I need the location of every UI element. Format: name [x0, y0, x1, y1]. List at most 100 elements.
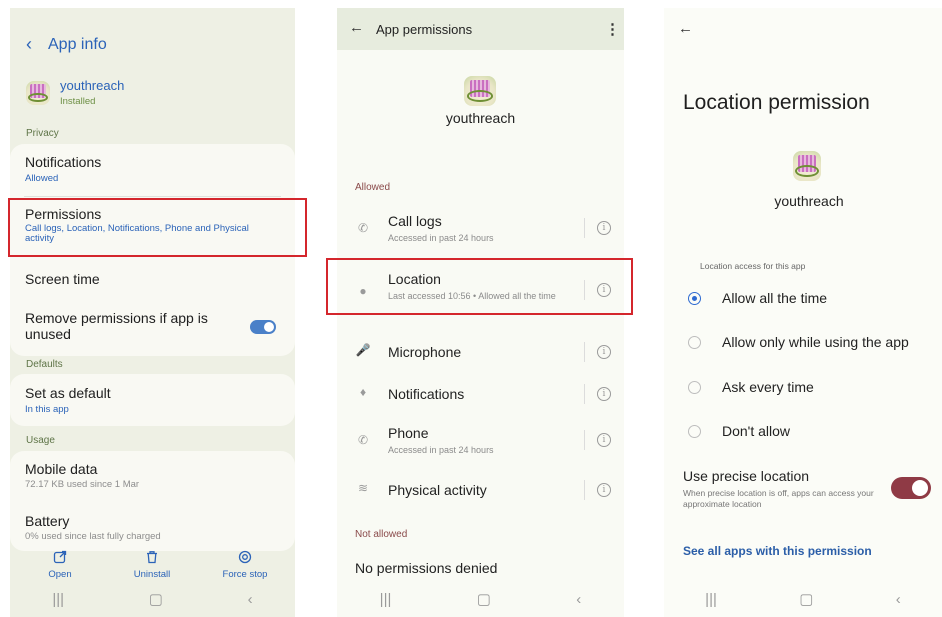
info-icon[interactable]: i — [597, 221, 611, 235]
mobile-data-sub: 72.17 KB used since 1 Mar — [25, 479, 140, 490]
separator — [584, 430, 585, 450]
permission-title: Call logs — [388, 213, 442, 229]
permission-microphone[interactable]: 🎤 Microphone i — [337, 332, 624, 372]
section-allowed: Allowed — [355, 182, 391, 193]
bell-icon: ♦ — [359, 385, 367, 399]
section-label: Location access for this app — [700, 261, 806, 271]
separator — [584, 480, 585, 500]
force-stop-label: Force stop — [222, 569, 268, 580]
notifications-status: Allowed — [25, 173, 59, 184]
option-allow-all-time[interactable]: Allow all the time — [664, 285, 942, 311]
permission-notifications[interactable]: ♦ Notifications i — [337, 374, 624, 414]
permission-physical-activity[interactable]: ≋ Physical activity i — [337, 470, 624, 510]
more-options-icon[interactable]: ⋮ — [605, 20, 620, 38]
call-log-icon: ✆ — [357, 221, 369, 235]
home-icon[interactable]: ▢ — [799, 590, 813, 608]
option-allow-while-using[interactable]: Allow only while using the app — [664, 329, 942, 355]
see-all-apps-link[interactable]: See all apps with this permission — [683, 544, 872, 558]
notifications-item[interactable]: Notifications Allowed — [10, 144, 295, 196]
screen-time-title: Screen time — [25, 271, 100, 287]
page-title: App info — [48, 36, 107, 53]
screen-time-item[interactable]: Screen time — [10, 262, 295, 302]
option-dont-allow[interactable]: Don't allow — [664, 418, 942, 444]
app-name: youthreach — [445, 110, 516, 126]
recents-icon[interactable]: ||| — [52, 591, 64, 608]
separator — [584, 342, 585, 362]
permission-title: Microphone — [388, 344, 462, 360]
system-nav-bar: ||| ▢ ‹ — [10, 581, 295, 617]
back-icon[interactable]: ‹ — [576, 591, 581, 608]
app-info-screen: ‹ App info youthreach Installed Privacy … — [10, 8, 295, 617]
stop-icon — [238, 550, 252, 564]
permission-title: Notifications — [388, 386, 465, 402]
back-icon[interactable]: ‹ — [248, 591, 253, 608]
microphone-icon: 🎤 — [355, 343, 371, 357]
option-ask-every-time[interactable]: Ask every time — [664, 374, 942, 400]
section-usage: Usage — [26, 435, 55, 446]
battery-sub: 0% used since last fully charged — [25, 531, 161, 542]
home-icon[interactable]: ▢ — [477, 590, 491, 608]
trash-icon — [147, 551, 157, 564]
precise-location-toggle[interactable] — [891, 477, 931, 499]
battery-item[interactable]: Battery 0% used since last fully charged — [10, 503, 295, 551]
info-icon[interactable]: i — [597, 433, 611, 447]
open-label: Open — [48, 569, 72, 580]
back-arrow-icon[interactable]: ← — [678, 20, 693, 37]
section-not-allowed: Not allowed — [355, 529, 408, 540]
radio-selected[interactable] — [688, 292, 701, 305]
home-icon[interactable]: ▢ — [149, 590, 163, 608]
set-as-default-sub: In this app — [25, 404, 69, 415]
separator — [584, 218, 585, 238]
notifications-title: Notifications — [25, 154, 102, 170]
app-name: youthreach — [60, 78, 125, 93]
radio-unselected[interactable] — [688, 381, 701, 394]
section-defaults: Defaults — [26, 359, 63, 370]
radio-unselected[interactable] — [688, 425, 701, 438]
permission-call-logs[interactable]: ✆ Call logs Accessed in past 24 hours i — [337, 206, 624, 250]
precise-location-item[interactable]: Use precise location When precise locati… — [664, 466, 942, 516]
page-title: App permissions — [376, 22, 473, 37]
open-external-icon — [53, 550, 67, 564]
back-icon[interactable]: ‹ — [896, 591, 901, 608]
uninstall-label: Uninstall — [133, 569, 171, 580]
permission-title: Phone — [388, 425, 429, 441]
divider — [24, 196, 281, 197]
app-name: youthreach — [774, 193, 844, 209]
top-bar: ← App permissions ⋮ — [337, 8, 624, 50]
battery-title: Battery — [25, 513, 70, 529]
info-icon[interactable]: i — [597, 387, 611, 401]
mobile-data-title: Mobile data — [25, 461, 98, 477]
precise-sub: When precise location is off, apps can a… — [683, 488, 874, 509]
mobile-data-item[interactable]: Mobile data 72.17 KB used since 1 Mar — [10, 451, 295, 499]
back-arrow-icon[interactable]: ← — [349, 19, 364, 36]
system-nav-bar: ||| ▢ ‹ — [337, 581, 624, 617]
set-as-default-item[interactable]: Set as default In this app — [10, 374, 295, 426]
precise-title: Use precise location — [683, 468, 810, 484]
info-icon[interactable]: i — [597, 345, 611, 359]
permission-phone[interactable]: ✆ Phone Accessed in past 24 hours i — [337, 418, 624, 462]
app-status: Installed — [60, 96, 96, 107]
no-denied-text: No permissions denied — [355, 560, 498, 576]
radio-unselected[interactable] — [688, 336, 701, 349]
running-person-icon: ≋ — [357, 481, 369, 495]
remove-permissions-item[interactable]: Remove permissions if app is unused — [10, 304, 295, 356]
usage-card: Mobile data 72.17 KB used since 1 Mar Ba… — [10, 451, 295, 551]
permission-sub: Accessed in past 24 hours — [388, 445, 494, 455]
recents-icon[interactable]: ||| — [380, 591, 392, 608]
uninstall-button[interactable]: Uninstall — [122, 550, 182, 584]
permission-sub: Accessed in past 24 hours — [388, 233, 494, 243]
recents-icon[interactable]: ||| — [705, 591, 717, 608]
open-button[interactable]: Open — [30, 550, 90, 584]
force-stop-button[interactable]: Force stop — [215, 550, 275, 584]
option-label: Allow only while using the app — [722, 334, 909, 350]
back-chevron-icon[interactable]: ‹ — [26, 34, 32, 55]
option-label: Don't allow — [722, 423, 791, 439]
system-nav-bar: ||| ▢ ‹ — [664, 581, 942, 617]
option-label: Ask every time — [722, 379, 814, 395]
page-title: Location permission — [683, 91, 870, 114]
remove-permissions-toggle[interactable] — [250, 320, 276, 334]
info-icon[interactable]: i — [597, 483, 611, 497]
permissions-highlight — [8, 198, 307, 257]
app-icon — [464, 76, 496, 106]
remove-permissions-title: Remove permissions if app is unused — [25, 310, 208, 342]
